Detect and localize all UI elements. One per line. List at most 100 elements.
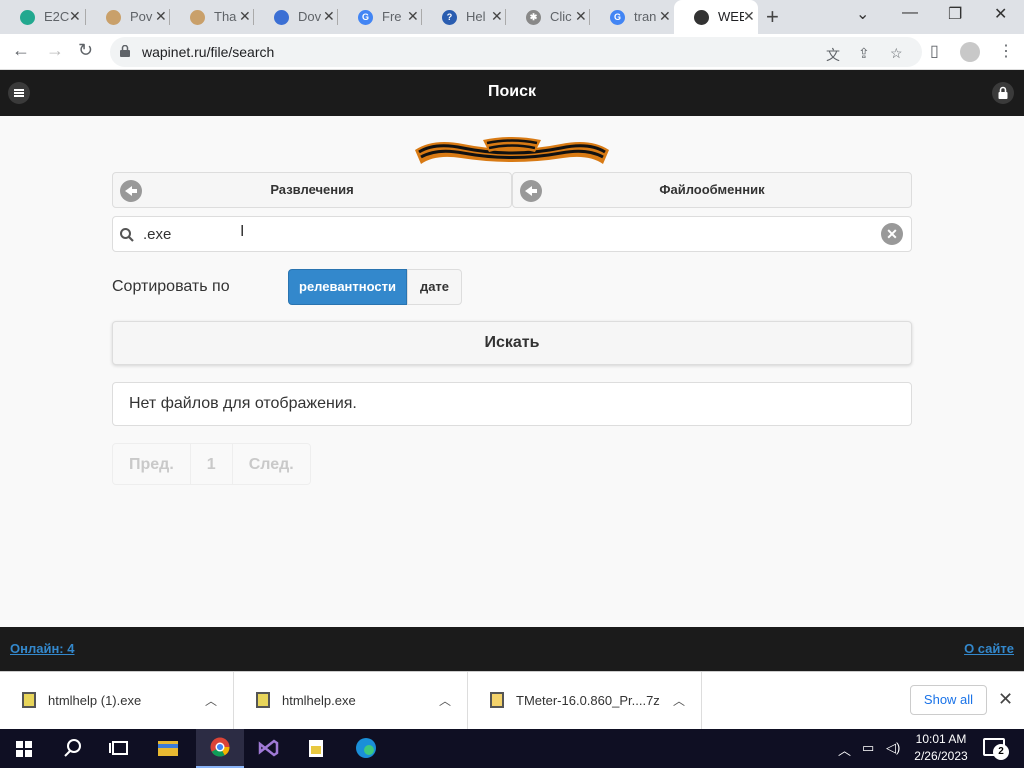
download-filename: TMeter-16.0.860_Pr....7z — [516, 693, 660, 708]
sort-label: Сортировать по — [112, 278, 230, 295]
close-tab-icon[interactable]: ✕ — [155, 8, 167, 25]
text-cursor-icon: Ι — [240, 223, 245, 240]
close-tab-icon[interactable]: ✕ — [659, 8, 671, 25]
tray-overflow-chevron-icon[interactable]: ︿ — [838, 740, 851, 759]
browser-tab[interactable]: Dov ✕ — [254, 0, 338, 34]
notification-count: 2 — [993, 744, 1009, 760]
profile-avatar-icon[interactable] — [960, 42, 980, 62]
tab-title: E2C — [44, 9, 70, 24]
pager-next-button[interactable]: След. — [231, 444, 310, 484]
share-icon[interactable]: ⇪ — [858, 45, 870, 62]
taskbar-clock[interactable]: 10:01 AM 2/26/2023 — [912, 731, 970, 765]
reload-icon[interactable]: ↻ — [78, 40, 93, 61]
close-tab-icon[interactable]: ✕ — [69, 8, 81, 25]
download-item[interactable]: TMeter-16.0.860_Pr....7z ︿ — [468, 672, 702, 730]
close-downloads-icon[interactable]: ✕ — [998, 689, 1013, 710]
browser-tab[interactable]: G Fre ✕ — [338, 0, 422, 34]
browser-tab-active[interactable]: WEB ✕ — [674, 0, 758, 34]
htmlhelp-app-icon[interactable] — [292, 729, 340, 768]
site-header: Поиск — [0, 70, 1024, 116]
google-icon: G — [610, 10, 625, 25]
login-lock-icon[interactable] — [992, 82, 1014, 104]
minimize-icon[interactable]: — — [902, 4, 918, 22]
page-title: Поиск — [487, 83, 536, 100]
restore-icon[interactable]: ❐ — [948, 4, 962, 24]
arrow-left-icon — [520, 180, 542, 202]
pagination: Пред. 1 След. — [112, 443, 311, 485]
close-tab-icon[interactable]: ✕ — [491, 8, 503, 25]
url-text: wapinet.ru/file/search — [142, 44, 275, 60]
browser-toolbar: ← → ↻ wapinet.ru/file/search 文 ⇪ ☆ ▯ ⋮ — [0, 34, 1024, 70]
close-tab-icon[interactable]: ✕ — [323, 8, 335, 25]
close-tab-icon[interactable]: ✕ — [239, 8, 251, 25]
browser-tab[interactable]: G tran ✕ — [590, 0, 674, 34]
tab-title: Fre — [382, 9, 402, 24]
search-input[interactable]: .exe ✕ — [112, 216, 912, 252]
edge-icon[interactable] — [342, 729, 390, 768]
tab-title: Tha — [214, 9, 237, 24]
ribbon-icon — [694, 10, 709, 25]
download-filename: htmlhelp (1).exe — [48, 693, 142, 708]
search-value: .exe — [143, 226, 172, 243]
back-icon[interactable]: ← — [12, 40, 30, 61]
search-icon[interactable] — [48, 729, 96, 768]
new-tab-icon[interactable]: + — [766, 4, 779, 30]
browser-tab[interactable]: Tha ✕ — [170, 0, 254, 34]
show-all-downloads-button[interactable]: Show all — [910, 685, 987, 715]
sort-relevance-option[interactable]: релевантности — [288, 269, 407, 305]
e2c-icon — [20, 10, 35, 25]
sort-date-option[interactable]: дате — [407, 269, 462, 305]
tab-search-icon[interactable]: ⌄ — [856, 4, 869, 24]
chrome-icon[interactable] — [196, 729, 244, 768]
tab-title: Pov — [130, 9, 153, 24]
tab-title: Clic — [550, 9, 572, 24]
nav-entertainment-label: Развлечения — [270, 182, 354, 197]
translate-icon[interactable]: 文 — [826, 45, 840, 65]
chevron-up-icon[interactable]: ︿ — [673, 692, 685, 709]
st-george-ribbon-logo — [415, 137, 609, 164]
close-tab-icon[interactable]: ✕ — [743, 8, 755, 25]
forward-icon[interactable]: → — [46, 40, 64, 61]
google-icon: G — [358, 10, 373, 25]
task-view-icon[interactable] — [96, 729, 144, 768]
lock-icon — [120, 45, 130, 57]
tab-title: Dov — [298, 9, 322, 24]
spinner-icon: ✱ — [526, 10, 541, 25]
downloads-bar: htmlhelp (1).exe ︿ htmlhelp.exe ︿ TMeter… — [0, 671, 1024, 730]
download-item[interactable]: htmlhelp.exe ︿ — [234, 672, 468, 730]
side-panel-icon[interactable]: ▯ — [930, 41, 939, 61]
chevron-up-icon[interactable]: ︿ — [439, 692, 451, 709]
close-window-icon[interactable]: ✕ — [994, 4, 1007, 24]
pager-page-number[interactable]: 1 — [189, 444, 232, 484]
bookmark-star-icon[interactable]: ☆ — [890, 45, 903, 62]
help-icon: ? — [442, 10, 457, 25]
globe-icon — [190, 10, 205, 25]
tab-title: Hel — [466, 9, 486, 24]
about-link[interactable]: О сайте — [964, 641, 1014, 656]
clear-search-icon[interactable]: ✕ — [881, 223, 903, 245]
more-menu-icon[interactable]: ⋮ — [998, 41, 1014, 61]
nav-file-exchange-button[interactable]: Файлообменник — [512, 172, 912, 208]
browser-tab[interactable]: ? Hel ✕ — [422, 0, 506, 34]
browser-tab[interactable]: Pov ✕ — [86, 0, 170, 34]
nav-entertainment-button[interactable]: Развлечения — [112, 172, 512, 208]
online-count-link[interactable]: Онлайн: 4 — [10, 641, 74, 656]
windows-taskbar: ︿ ▭ ◁) 10:01 AM 2/26/2023 2 — [0, 729, 1024, 768]
browser-tab[interactable]: ✱ Clic ✕ — [506, 0, 590, 34]
close-tab-icon[interactable]: ✕ — [407, 8, 419, 25]
search-button[interactable]: Искать — [112, 321, 912, 365]
download-item[interactable]: htmlhelp (1).exe ︿ — [0, 672, 234, 730]
address-bar[interactable]: wapinet.ru/file/search 文 ⇪ ☆ — [110, 37, 922, 67]
visual-studio-icon[interactable] — [244, 729, 292, 768]
chevron-up-icon[interactable]: ︿ — [205, 692, 217, 709]
category-nav: Развлечения Файлообменник — [112, 172, 912, 208]
volume-icon[interactable]: ◁) — [886, 740, 900, 756]
file-explorer-icon[interactable] — [144, 729, 192, 768]
windows-start-icon[interactable] — [0, 729, 48, 768]
notifications-icon[interactable]: 2 — [983, 738, 1009, 760]
browser-tab[interactable]: E2C ✕ — [0, 0, 86, 34]
clock-time: 10:01 AM — [915, 732, 967, 746]
network-icon[interactable]: ▭ — [862, 740, 874, 756]
close-tab-icon[interactable]: ✕ — [575, 8, 587, 25]
pager-prev-button[interactable]: Пред. — [113, 444, 190, 484]
